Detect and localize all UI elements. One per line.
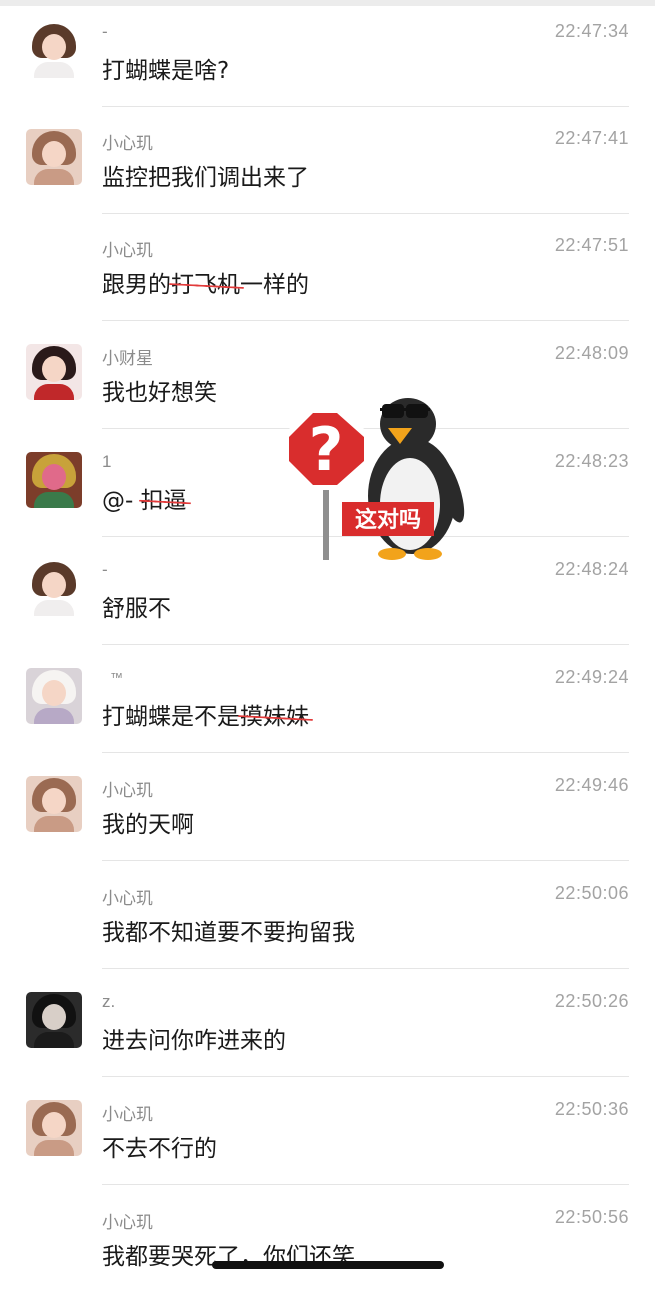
sender-name[interactable]: 小心玑 xyxy=(102,236,153,261)
struck-text: 摸妹妹 xyxy=(237,704,314,730)
penguin-foot-left xyxy=(378,548,406,560)
message-time: 22:47:51 xyxy=(554,235,629,255)
message-time: 22:48:24 xyxy=(554,559,629,579)
message-text[interactable]: 打蝴蝶是啥? xyxy=(102,51,229,85)
sender-name[interactable]: 1 xyxy=(102,452,111,472)
message-time: 22:50:06 xyxy=(554,883,629,903)
cartoon-girl-avatar[interactable] xyxy=(26,560,82,616)
message-time: 22:48:23 xyxy=(554,451,629,471)
sender-name[interactable]: - xyxy=(102,560,108,580)
sender-name[interactable]: 小心玑 xyxy=(102,776,153,801)
question-mark: ? xyxy=(309,415,344,485)
home-indicator[interactable] xyxy=(212,1261,444,1269)
message-time: 22:48:09 xyxy=(554,343,629,363)
message-time: 22:50:56 xyxy=(554,1207,629,1227)
divider xyxy=(102,644,629,645)
penguin-question-sign-sticker: ? 这对吗 xyxy=(282,392,482,564)
message-text-part: @- xyxy=(102,488,141,514)
message-text-part: 一样的 xyxy=(240,272,309,298)
message-time: 22:50:26 xyxy=(554,991,629,1011)
message-time: 22:47:41 xyxy=(554,128,629,148)
sender-name[interactable]: - xyxy=(102,22,108,42)
message-text[interactable]: @- 扣逼 xyxy=(102,481,191,515)
sender-name[interactable]: 小财星 xyxy=(102,344,153,369)
chat-message-row[interactable]: - 22:47:34 打蝴蝶是啥? xyxy=(0,0,655,107)
penguin-foot-right xyxy=(414,548,442,560)
chat-message-row[interactable]: 小心玑 22:47:41 监控把我们调出来了 xyxy=(0,107,655,214)
divider xyxy=(102,1184,629,1185)
message-text-part: 打蝴蝶是不是 xyxy=(102,704,240,730)
divider xyxy=(102,1076,629,1077)
divider xyxy=(102,968,629,969)
girl-photo-avatar[interactable] xyxy=(26,776,82,832)
sticker-graphic: ? 这对吗 xyxy=(284,398,465,560)
message-text[interactable]: 我的天啊 xyxy=(102,805,194,839)
dark-photo-avatar[interactable] xyxy=(26,992,82,1048)
white-hat-avatar[interactable] xyxy=(26,668,82,724)
sender-name[interactable]: 小心玑 xyxy=(102,884,153,909)
chat-message-row[interactable]: ™ 22:49:24 打蝴蝶是不是摸妹妹 xyxy=(0,646,655,753)
message-text-part: 跟男的 xyxy=(102,272,171,298)
divider xyxy=(102,860,629,861)
colorful-avatar[interactable] xyxy=(26,452,82,508)
message-text[interactable]: 不去不行的 xyxy=(102,1129,217,1163)
chat-message-row[interactable]: 小心玑 22:47:51 跟男的打飞机 一样的 xyxy=(0,214,655,321)
dark-hair-girl-avatar[interactable] xyxy=(26,344,82,400)
message-text[interactable]: 监控把我们调出来了 xyxy=(102,158,309,192)
chat-message-row[interactable]: 小心玑 22:49:46 我的天啊 xyxy=(0,754,655,861)
chat-message-row[interactable]: 小心玑 22:50:36 不去不行的 xyxy=(0,1078,655,1185)
struck-text: 扣逼 xyxy=(138,488,191,514)
sunglasses-bridge xyxy=(380,408,430,411)
sender-name[interactable]: z. xyxy=(102,992,115,1012)
message-text[interactable]: 我也好想笑 xyxy=(102,373,217,407)
message-text[interactable]: 我都不知道要不要拘留我 xyxy=(102,913,355,947)
message-text[interactable]: 舒服不 xyxy=(102,589,171,623)
girl-photo-avatar[interactable] xyxy=(26,1100,82,1156)
message-time: 22:50:36 xyxy=(554,1099,629,1119)
message-time: 22:49:24 xyxy=(554,667,629,687)
message-time: 22:49:46 xyxy=(554,775,629,795)
girl-photo-avatar[interactable] xyxy=(26,129,82,185)
message-text[interactable]: 跟男的打飞机 一样的 xyxy=(102,265,309,299)
message-text[interactable]: 进去问你咋进来的 xyxy=(102,1021,286,1055)
sender-name[interactable]: 小心玑 xyxy=(102,129,153,154)
cartoon-girl-avatar[interactable] xyxy=(26,22,82,78)
message-text[interactable]: 打蝴蝶是不是摸妹妹 xyxy=(102,697,314,731)
divider xyxy=(102,320,629,321)
sticker-caption: 这对吗 xyxy=(355,507,421,533)
sender-name[interactable]: 小心玑 xyxy=(102,1100,153,1125)
chat-message-row[interactable]: 小心玑 22:50:06 我都不知道要不要拘留我 xyxy=(0,862,655,969)
struck-text: 打飞机 xyxy=(168,272,245,298)
chat-message-row[interactable]: 小心玑 22:50:56 我都要哭死了，你们还笑 xyxy=(0,1186,655,1293)
message-time: 22:47:34 xyxy=(554,21,629,41)
chat-message-row[interactable]: z. 22:50:26 进去问你咋进来的 xyxy=(0,970,655,1077)
sender-name[interactable]: ™ xyxy=(110,670,123,685)
divider xyxy=(102,752,629,753)
sender-name[interactable]: 小心玑 xyxy=(102,1208,153,1233)
